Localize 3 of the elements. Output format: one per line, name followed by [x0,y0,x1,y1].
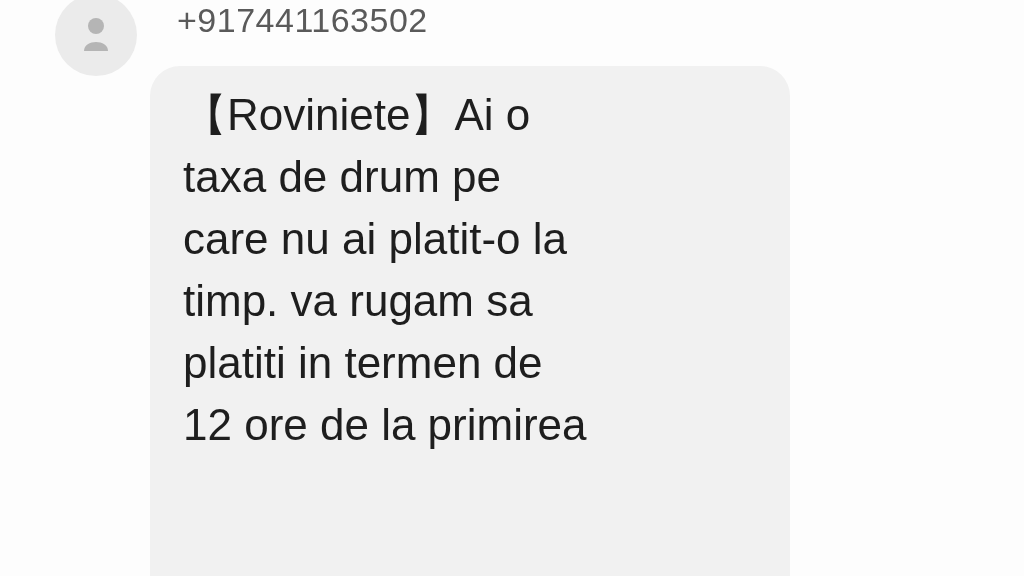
sender-phone-number: +917441163502 [177,0,428,41]
person-icon [83,17,109,53]
message-text: 【Roviniete】Ai o taxa de drum pe care nu ai platit-o la timp. va rugam sa platiti in termen de 12 ore de la primirea [183,89,588,451]
